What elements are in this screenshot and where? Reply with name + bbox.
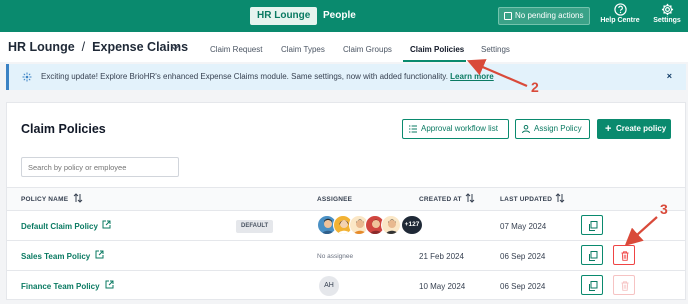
copy-icon (589, 221, 598, 231)
pending-actions-label: No pending actions (515, 11, 584, 20)
checklist-icon (504, 12, 512, 20)
copy-icon (589, 281, 598, 291)
table-row: Sales Team Policy No assignee 21 Feb 202… (7, 241, 685, 271)
policy-name-link[interactable]: Default Claim Policy (21, 222, 98, 231)
page-header: HR Lounge / Expense Claims Claim Request C… (0, 32, 688, 62)
copy-icon (589, 251, 598, 261)
duplicate-button[interactable] (581, 215, 603, 235)
assign-policy-label: Assign Policy (534, 124, 582, 133)
sparkle-icon (22, 72, 32, 82)
search-input[interactable] (21, 157, 179, 177)
duplicate-button[interactable] (581, 275, 603, 295)
tab-claim-types[interactable]: Claim Types (281, 45, 325, 54)
external-link-icon[interactable] (105, 280, 114, 289)
annotation-number: 2 (531, 79, 539, 95)
policy-name-link[interactable]: Sales Team Policy (21, 252, 90, 261)
close-icon[interactable]: × (667, 71, 672, 81)
help-centre-label: Help Centre (600, 17, 640, 24)
sort-icon[interactable] (465, 193, 475, 203)
more-assignees-count: +127 (401, 215, 423, 235)
delete-button[interactable] (613, 275, 635, 295)
user-icon (522, 125, 530, 133)
column-assignee: ASSIGNEE (317, 196, 353, 203)
assignee-avatars[interactable]: +127 (317, 215, 423, 237)
sort-icon[interactable] (555, 193, 565, 203)
banner-text: Exciting update! Explore BrioHR's enhanc… (41, 72, 448, 81)
breadcrumb: HR Lounge / Expense Claims (8, 40, 188, 54)
nav-tab-people[interactable]: People (323, 7, 356, 25)
plus-icon: + (605, 123, 612, 135)
column-policy-name: POLICY NAME (21, 196, 69, 203)
approval-workflow-button[interactable]: Approval workflow list (402, 119, 509, 139)
settings-button[interactable]: Settings (647, 2, 687, 30)
create-policy-label: Create policy (616, 124, 667, 133)
tab-claim-request[interactable]: Claim Request (210, 45, 262, 54)
last-updated-cell: 07 May 2024 (500, 222, 547, 231)
created-at-cell: 10 May 2024 (419, 282, 466, 291)
table-header: POLICY NAME ASSIGNEE CREATED AT LAST UPD… (7, 187, 685, 211)
gear-icon (661, 3, 673, 16)
avatar (381, 215, 401, 235)
column-last-updated: LAST UPDATED (500, 196, 553, 203)
nav-tab-hr-lounge[interactable]: HR Lounge (250, 7, 318, 25)
last-updated-cell: 06 Sep 2024 (500, 252, 546, 261)
default-badge: DEFAULT (236, 220, 274, 233)
delete-button[interactable] (613, 245, 635, 265)
trash-icon (621, 251, 629, 261)
announcement-banner: Exciting update! Explore BrioHR's enhanc… (6, 64, 686, 90)
sort-icon[interactable] (73, 193, 83, 203)
external-link-icon[interactable] (102, 220, 111, 229)
active-tab-indicator (403, 60, 466, 62)
settings-label: Settings (653, 17, 681, 24)
help-centre-button[interactable]: Help Centre (600, 2, 640, 30)
help-icon (613, 3, 627, 16)
learn-more-link[interactable]: Learn more (450, 72, 494, 81)
policy-name-link[interactable]: Finance Team Policy (21, 282, 100, 291)
avatar: AH (319, 276, 339, 296)
claim-policies-card: Claim Policies Approval workflow list As… (6, 102, 686, 300)
trash-icon (621, 281, 629, 291)
card-title: Claim Policies (21, 122, 106, 136)
created-at-cell: 21 Feb 2024 (419, 252, 464, 261)
list-icon (409, 125, 417, 133)
duplicate-button[interactable] (581, 245, 603, 265)
approval-workflow-label: Approval workflow list (421, 124, 498, 133)
create-policy-button[interactable]: + Create policy (597, 119, 671, 139)
tab-settings[interactable]: Settings (481, 45, 510, 54)
tab-claim-policies[interactable]: Claim Policies (410, 45, 464, 54)
no-assignee-text: No assignee (317, 253, 354, 260)
breadcrumb-separator: / (81, 40, 86, 54)
breadcrumb-root[interactable]: HR Lounge (8, 40, 75, 54)
table-row: Finance Team Policy AH 10 May 2024 06 Se… (7, 271, 685, 301)
pending-actions-button[interactable]: No pending actions (498, 7, 590, 25)
annotation-number: 3 (660, 201, 668, 217)
table-row: Default Claim Policy DEFAULT +127 07 May… (7, 211, 685, 241)
last-updated-cell: 06 Sep 2024 (500, 282, 546, 291)
column-created-at: CREATED AT (419, 196, 462, 203)
banner-message: Exciting update! Explore BrioHR's enhanc… (41, 72, 494, 81)
tab-claim-groups[interactable]: Claim Groups (343, 45, 392, 54)
top-navigation-bar: HR Lounge People No pending actions Help… (0, 0, 688, 32)
assign-policy-button[interactable]: Assign Policy (515, 119, 590, 139)
external-link-icon[interactable] (95, 250, 104, 259)
